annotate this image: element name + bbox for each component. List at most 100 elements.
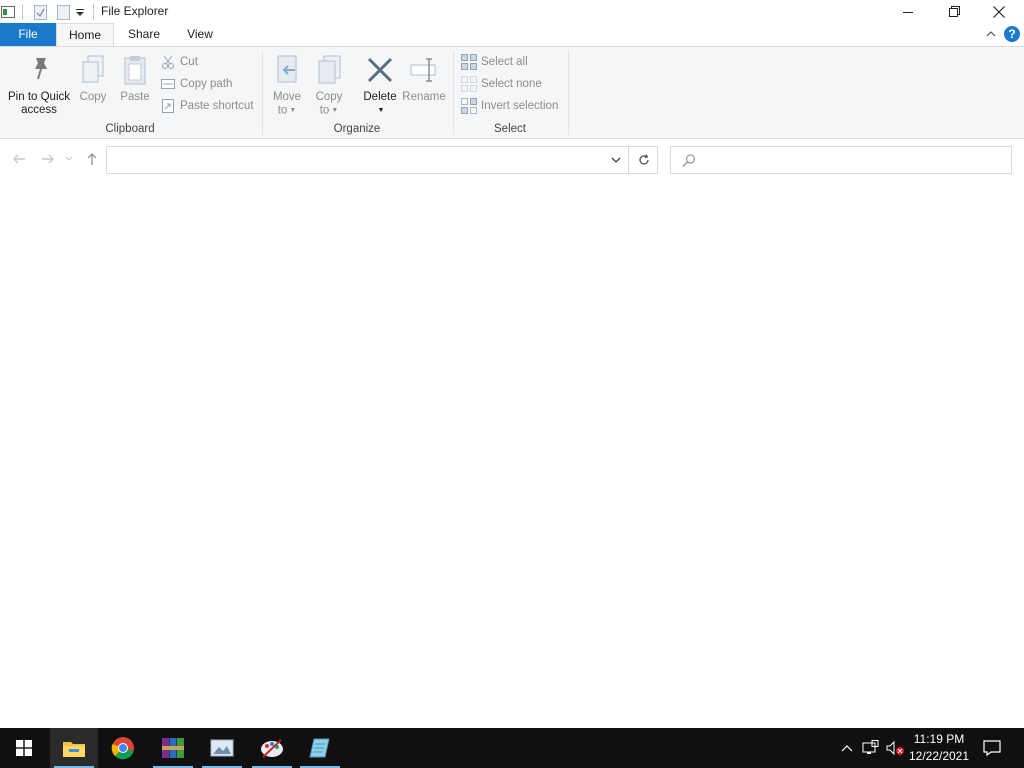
notepad-icon[interactable] <box>296 728 344 768</box>
invert-selection-label: Invert selection <box>481 100 559 112</box>
window-title: File Explorer <box>101 4 169 18</box>
pin-icon <box>22 53 56 87</box>
copy-icon <box>76 53 110 87</box>
pin-to-quick-access-button[interactable]: Pin to Quick access <box>4 51 74 117</box>
close-button[interactable] <box>976 0 1022 23</box>
ribbon-tabs: File Home Share View ? <box>0 23 1024 47</box>
tab-view[interactable]: View <box>175 23 225 46</box>
quick-access-divider <box>22 4 23 20</box>
customize-toolbar-dropdown-icon[interactable] <box>74 4 86 20</box>
windows-start-icon[interactable] <box>0 728 48 768</box>
move-to-line1: Move <box>272 91 302 103</box>
scissors-icon <box>160 54 176 70</box>
rename-icon <box>407 53 441 87</box>
paint-icon[interactable] <box>248 728 296 768</box>
cut-label: Cut <box>180 56 198 68</box>
group-divider <box>262 51 263 135</box>
paste-shortcut-button[interactable]: Paste shortcut <box>160 96 254 116</box>
action-center-icon[interactable] <box>980 728 1004 768</box>
rename-label: Rename <box>402 91 446 103</box>
recent-locations-chevron-icon[interactable] <box>63 150 75 168</box>
forward-arrow-icon[interactable] <box>39 150 57 168</box>
collapse-ribbon-icon[interactable] <box>984 27 998 41</box>
copy-path-label: Copy path <box>180 78 233 90</box>
select-group-label: Select <box>494 123 526 135</box>
volume-muted-icon[interactable] <box>884 728 906 768</box>
cut-button[interactable]: Cut <box>160 52 198 72</box>
restore-button[interactable] <box>931 0 977 23</box>
select-all-button[interactable]: Select all <box>461 52 528 72</box>
minimize-icon <box>903 11 913 13</box>
paste-button[interactable]: Paste <box>117 51 153 104</box>
select-none-icon <box>461 76 477 92</box>
restore-icon <box>948 6 960 17</box>
group-divider <box>453 51 454 135</box>
new-folder-icon[interactable] <box>56 4 70 20</box>
pin-label-line2: access <box>21 104 57 116</box>
clock[interactable]: 11:19 PM 12/22/2021 <box>906 731 972 765</box>
chrome-icon[interactable] <box>99 728 147 768</box>
search-box[interactable] <box>670 146 1012 174</box>
file-explorer-icon[interactable] <box>50 728 98 768</box>
invert-selection-button[interactable]: Invert selection <box>461 96 558 116</box>
pin-label-line1: Pin to Quick <box>8 91 70 103</box>
organize-group-label: Organize <box>333 123 381 135</box>
clock-time: 11:19 PM <box>913 732 965 746</box>
file-list-pane[interactable] <box>0 178 1024 728</box>
delete-x-icon <box>363 53 397 87</box>
refresh-icon[interactable] <box>628 147 658 173</box>
paste-shortcut-icon <box>160 98 176 114</box>
clipboard-group-label: Clipboard <box>105 123 155 135</box>
taskbar: 11:19 PM 12/22/2021 <box>0 728 1024 768</box>
navigation-bar <box>0 140 1024 178</box>
select-none-button[interactable]: Select none <box>461 74 542 94</box>
show-hidden-icons-icon[interactable] <box>838 728 856 768</box>
delete-button[interactable]: Delete ▼ <box>360 51 400 118</box>
title-divider <box>93 4 94 20</box>
invert-selection-icon <box>461 98 477 114</box>
select-all-label: Select all <box>481 56 528 68</box>
address-bar[interactable] <box>106 146 658 174</box>
copy-button[interactable]: Copy <box>76 51 110 104</box>
move-to-caret-icon: ▼ <box>289 107 297 114</box>
search-input[interactable] <box>703 152 1003 168</box>
up-arrow-icon[interactable] <box>83 150 101 168</box>
delete-label: Delete <box>363 91 397 103</box>
group-divider <box>568 51 569 135</box>
title-bar: File Explorer <box>0 0 1024 23</box>
close-icon <box>993 5 1005 18</box>
address-history-chevron-icon[interactable] <box>605 147 627 173</box>
move-to-line2: to <box>277 104 288 117</box>
tab-file[interactable]: File <box>0 23 56 46</box>
copy-label: Copy <box>79 91 107 103</box>
delete-caret-icon: ▼ <box>377 107 385 114</box>
paste-icon <box>118 53 152 87</box>
paste-shortcut-label: Paste shortcut <box>180 100 254 112</box>
search-icon <box>681 153 697 169</box>
copy-to-caret-icon: ▼ <box>331 107 339 114</box>
address-input[interactable] <box>113 152 603 168</box>
copy-to-line2: to <box>319 104 330 117</box>
select-all-icon <box>461 54 477 70</box>
tab-home[interactable]: Home <box>56 23 114 47</box>
copy-to-line1: Copy <box>315 91 343 103</box>
tab-share[interactable]: Share <box>115 23 173 46</box>
move-to-icon <box>270 53 304 87</box>
clock-date: 12/22/2021 <box>908 749 970 763</box>
checkmark-doc-icon[interactable] <box>33 4 47 20</box>
copy-path-icon <box>160 76 176 92</box>
minimize-button[interactable] <box>885 0 931 23</box>
copy-path-button[interactable]: Copy path <box>160 74 232 94</box>
ribbon: Pin to Quick access Copy Paste Cut Copy … <box>0 46 1024 139</box>
back-arrow-icon[interactable] <box>10 150 28 168</box>
image-viewer-icon[interactable] <box>198 728 246 768</box>
rename-button[interactable]: Rename <box>402 51 446 104</box>
copy-to-icon <box>312 53 346 87</box>
winrar-icon[interactable] <box>149 728 197 768</box>
help-icon[interactable]: ? <box>1004 26 1020 42</box>
network-icon[interactable] <box>861 728 881 768</box>
copy-to-button[interactable]: Copy to ▼ <box>312 51 346 118</box>
move-to-button[interactable]: Move to ▼ <box>270 51 304 118</box>
properties-icon[interactable] <box>0 4 16 20</box>
paste-label: Paste <box>120 91 150 103</box>
